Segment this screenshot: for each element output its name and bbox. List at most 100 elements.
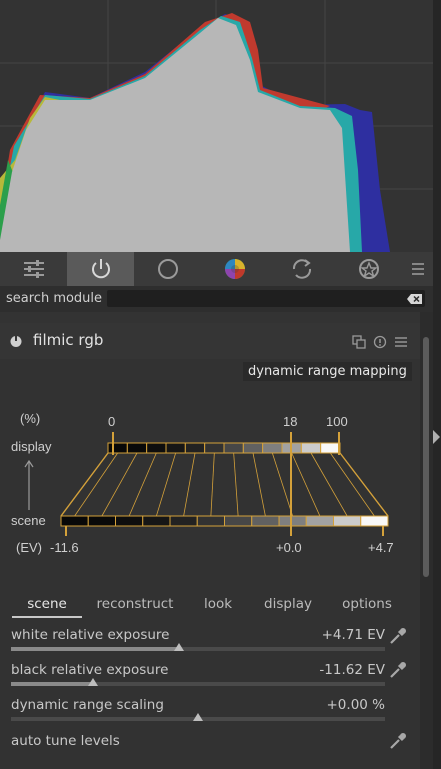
auto-tune-label: auto tune levels — [11, 733, 120, 749]
menu-icon — [412, 263, 424, 275]
scene-swatch — [224, 515, 253, 527]
range-scaling-fill — [11, 717, 198, 721]
expand-panel-arrow-icon[interactable] — [432, 429, 441, 445]
auto-tune-picker-icon[interactable] — [388, 731, 408, 751]
effects-modules-button[interactable] — [335, 252, 402, 286]
display-swatch — [184, 442, 206, 454]
black-exposure-slider[interactable] — [11, 682, 385, 686]
up-arrow — [24, 459, 34, 510]
white-exposure-slider[interactable] — [11, 647, 385, 651]
module-group-toolbar — [0, 252, 433, 286]
range-scaling-thumb[interactable] — [193, 713, 203, 721]
black-exposure-thumb[interactable] — [88, 678, 99, 686]
histogram — [0, 0, 433, 252]
display-swatch — [146, 442, 167, 454]
effects-icon — [358, 259, 379, 279]
mapping-line — [271, 452, 294, 517]
scene-swatch — [87, 515, 116, 527]
display-swatch — [320, 442, 341, 454]
display-tick-18: 18 — [283, 414, 297, 429]
display-swatch — [107, 442, 128, 454]
display-swatch — [262, 442, 283, 454]
correction-modules-button[interactable] — [268, 252, 335, 286]
module-title: filmic rgb — [33, 331, 104, 349]
module-header[interactable]: filmic rgb — [0, 323, 420, 359]
display-swatch — [126, 442, 148, 454]
tab-options[interactable]: options — [334, 596, 400, 612]
display-tick-100: 100 — [326, 414, 348, 429]
mapping-line — [128, 452, 157, 517]
presets-icon — [23, 260, 44, 278]
scene-swatch — [196, 515, 225, 527]
presets-menu-icon[interactable] — [394, 335, 408, 349]
white-exposure-thumb[interactable] — [174, 643, 185, 651]
reset-icon[interactable] — [373, 335, 387, 349]
power-icon — [91, 259, 110, 279]
base-modules-button[interactable] — [134, 252, 201, 286]
display-swatch — [204, 442, 225, 454]
black-exposure-picker-icon[interactable] — [388, 660, 408, 680]
white-exposure-label: white relative exposure — [11, 627, 170, 643]
active-tab-underline — [12, 616, 82, 618]
scene-tick-min: -11.6 — [50, 540, 79, 555]
clear-search-icon[interactable] — [407, 293, 423, 305]
color-modules-button[interactable] — [201, 252, 268, 286]
scene-swatch — [169, 515, 198, 527]
scene-tick-zero: +0.0 — [276, 540, 302, 555]
presets-button[interactable] — [0, 252, 67, 286]
scene-gradient-bar — [60, 515, 389, 527]
module-groups-menu-button[interactable] — [403, 252, 433, 286]
mapping-line — [210, 452, 215, 517]
black-exposure-value[interactable]: -11.62 EV — [319, 662, 385, 678]
scene-swatch — [278, 515, 307, 527]
mapping-line — [252, 452, 266, 517]
scene-swatch — [251, 515, 280, 527]
mapping-line — [101, 452, 138, 517]
graph-title: dynamic range mapping — [243, 362, 412, 381]
dynamic-range-graph: (%) display scene (EV) 0 18 100 -11.6 +0… — [11, 411, 394, 555]
display-tick-0: 0 — [108, 414, 115, 429]
mapping-line — [310, 452, 348, 517]
circle-icon — [157, 259, 178, 279]
black-exposure-fill — [11, 682, 94, 686]
module-power-icon[interactable] — [9, 334, 23, 348]
white-exposure-value[interactable]: +4.71 EV — [322, 627, 385, 643]
scrollbar-thumb[interactable] — [423, 337, 429, 577]
percent-label: (%) — [20, 411, 40, 426]
mapping-line — [291, 452, 321, 517]
active-modules-button[interactable] — [67, 252, 134, 286]
mapping-line — [233, 452, 239, 517]
scene-swatch — [305, 515, 334, 527]
tab-scene[interactable]: scene — [12, 596, 82, 612]
display-swatch — [242, 442, 264, 454]
left-boundary-line — [60, 452, 109, 517]
module-tabs: scene reconstruct look display options — [0, 596, 420, 620]
right-boundary-line — [339, 452, 389, 517]
tab-display[interactable]: display — [257, 596, 319, 612]
display-label: display — [11, 439, 52, 454]
right-panel-edge — [433, 0, 441, 769]
search-label: search module — [6, 291, 103, 306]
range-scaling-value[interactable]: +0.00 % — [327, 697, 386, 713]
search-module-row: search module — [0, 286, 433, 312]
multi-instance-icon[interactable] — [352, 335, 366, 349]
ev-label: (EV) — [16, 540, 42, 555]
display-swatch — [165, 442, 186, 454]
white-exposure-picker-icon[interactable] — [388, 626, 408, 646]
white-exposure-fill — [11, 647, 180, 651]
mapping-line — [74, 452, 118, 517]
mapping-line — [155, 452, 177, 517]
scene-swatch — [142, 515, 171, 527]
color-wheel-icon — [224, 259, 245, 279]
display-gradient-bar — [107, 442, 341, 454]
scene-swatch — [115, 515, 144, 527]
scene-swatch — [360, 515, 389, 527]
scene-label: scene — [11, 513, 46, 528]
tab-look[interactable]: look — [192, 596, 244, 612]
black-exposure-label: black relative exposure — [11, 662, 169, 678]
range-scaling-label: dynamic range scaling — [11, 697, 164, 713]
display-swatch — [223, 442, 244, 454]
search-input[interactable] — [107, 290, 425, 307]
display-swatch — [300, 442, 322, 454]
tab-reconstruct[interactable]: reconstruct — [92, 596, 178, 612]
